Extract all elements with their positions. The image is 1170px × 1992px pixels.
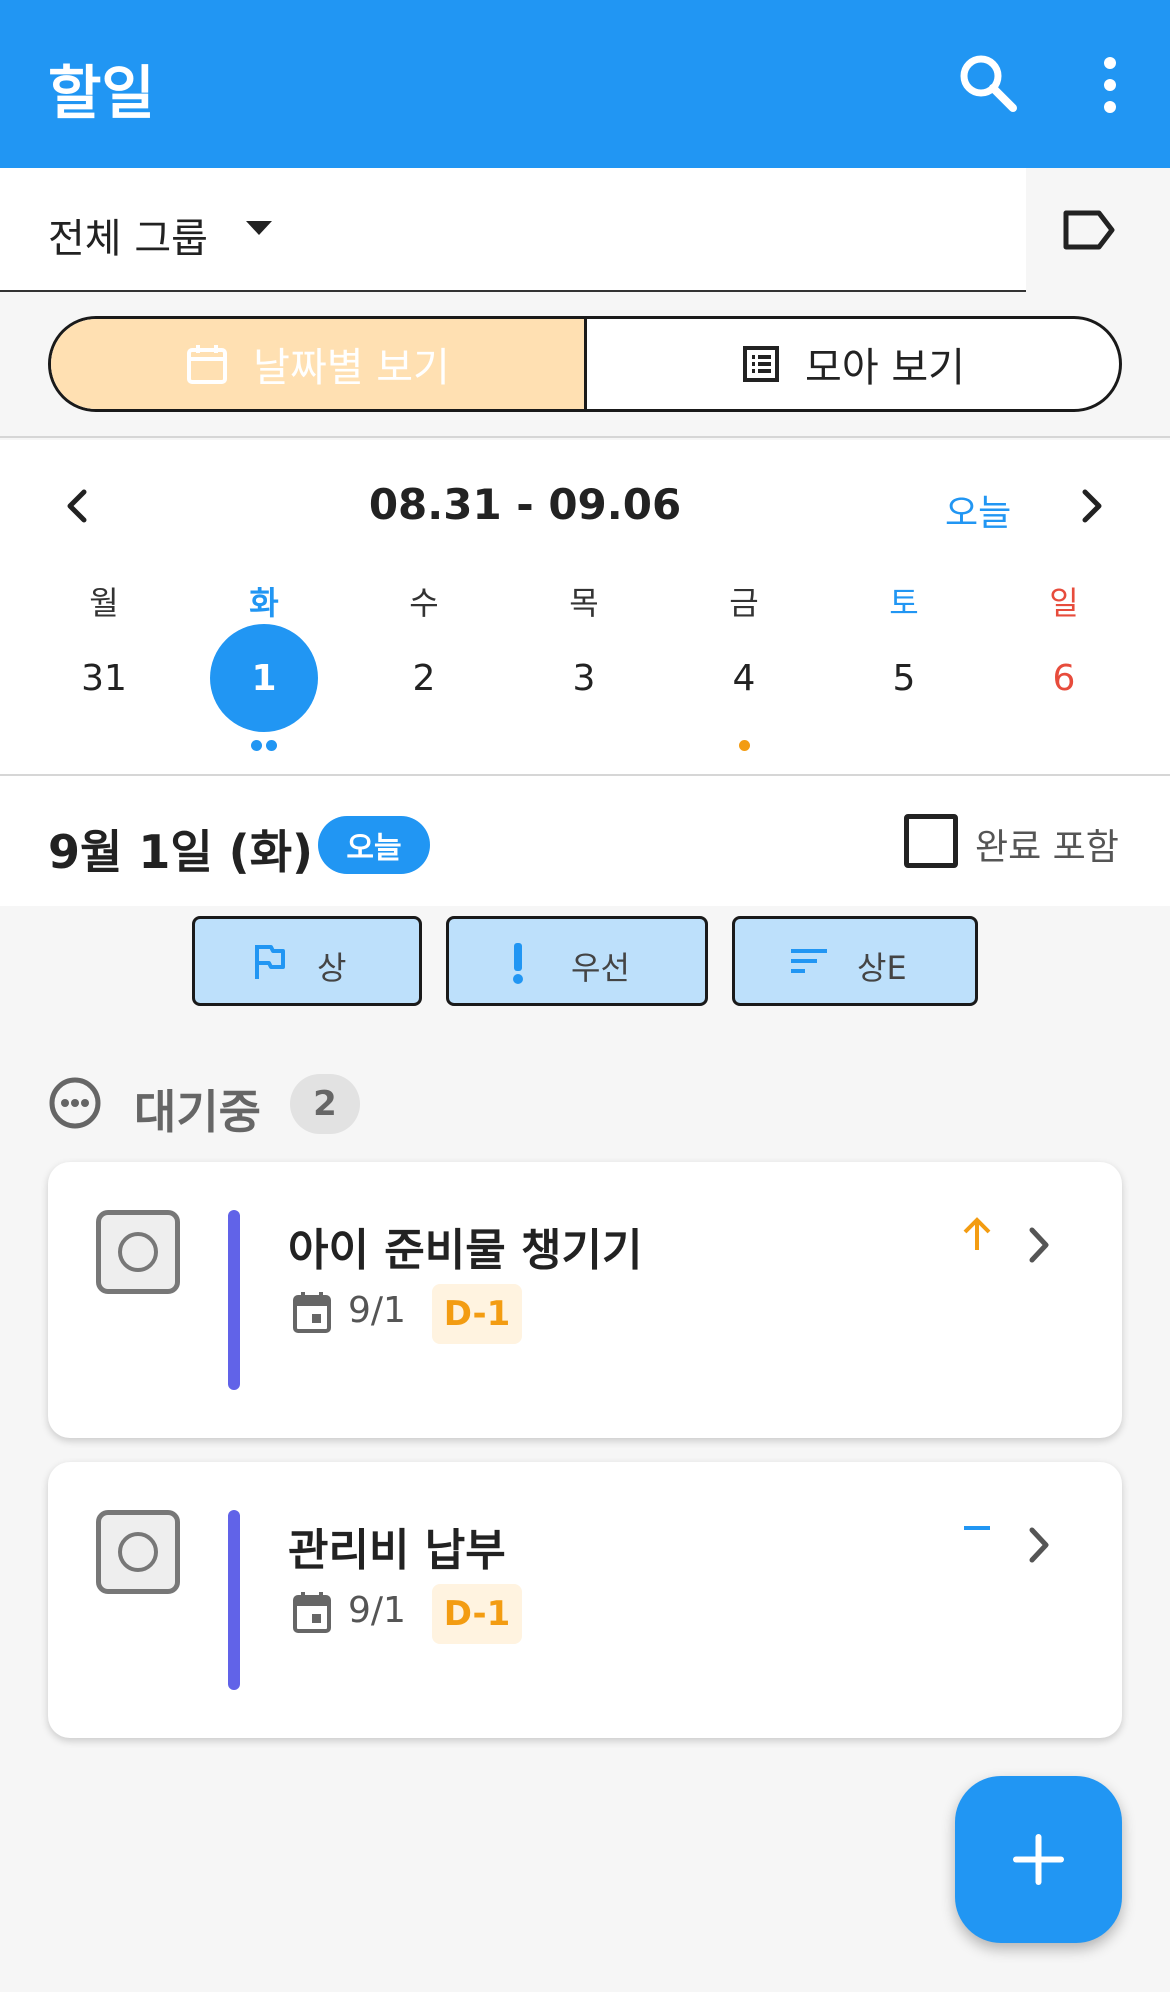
include-done-label[interactable]: 완료 포함	[975, 818, 1119, 870]
list-view-toggle[interactable]: 모아 보기	[587, 319, 1119, 409]
filter-chip-sort[interactable]: 상E	[732, 916, 978, 1006]
today-badge: 오늘	[318, 816, 430, 874]
date-cell[interactable]: 31	[24, 658, 184, 699]
weekday-sun: 일	[1049, 584, 1079, 622]
day-header: 9월 1일 (화) 오늘 완료 포함	[0, 776, 1170, 906]
date-cell[interactable]: 4	[664, 658, 824, 699]
date-view-label: 날짜별 보기	[253, 345, 450, 391]
task-dot	[251, 740, 262, 751]
filter-chip-label: 상E	[857, 949, 907, 987]
search-icon[interactable]	[955, 50, 1025, 120]
sort-icon	[791, 949, 827, 973]
include-done-checkbox[interactable]	[904, 814, 958, 868]
filter-chip-label: 상	[317, 949, 347, 987]
task-checkbox[interactable]	[96, 1510, 180, 1594]
task-due-date: 9/1	[348, 1290, 406, 1331]
task-due-date: 9/1	[348, 1590, 406, 1631]
app-title: 할일	[48, 59, 155, 127]
task-dot	[739, 740, 750, 751]
label-tag-icon	[1063, 210, 1115, 250]
task-card[interactable]: 관리비 납부 9/1 D-1	[48, 1462, 1122, 1738]
calendar-icon	[187, 345, 228, 384]
task-color-bar	[228, 1210, 240, 1390]
filter-chip-priority[interactable]: 우선	[446, 916, 708, 1006]
chevron-right-icon	[1029, 1227, 1049, 1263]
calendar-icon	[293, 1592, 331, 1633]
date-cell-sunday[interactable]: 6	[984, 658, 1144, 699]
dash-icon	[964, 1526, 990, 1530]
filter-chip-status[interactable]: 상	[192, 916, 422, 1006]
weekday-mon: 월	[89, 584, 119, 622]
view-toggle: 날짜별 보기 모아 보기	[48, 316, 1122, 412]
label-tag-button[interactable]	[1026, 168, 1170, 292]
task-dday-badge: D-1	[432, 1284, 522, 1344]
group-selector-label: 전체 그룹	[48, 216, 208, 262]
weekday-wed: 수	[409, 584, 439, 622]
today-link[interactable]: 오늘	[945, 484, 1011, 536]
date-cell-selected[interactable]: 1	[184, 658, 344, 699]
list-icon	[743, 346, 780, 382]
flag-icon	[255, 945, 285, 979]
divider	[0, 436, 1170, 438]
date-cell[interactable]: 5	[824, 658, 984, 699]
arrow-up-icon	[963, 1217, 991, 1250]
calendar-icon	[293, 1292, 331, 1333]
chevron-right-icon[interactable]	[1075, 484, 1109, 528]
task-dday-badge: D-1	[432, 1584, 522, 1644]
week-range: 08.31 - 09.06	[368, 480, 682, 529]
chevron-right-icon	[1029, 1527, 1049, 1563]
weekday-tue: 화	[249, 584, 279, 622]
week-calendar: 08.31 - 09.06 오늘 월 화 수 목 금 토 일 31 1 2 3 …	[0, 440, 1170, 774]
weekday-thu: 목	[569, 584, 599, 622]
add-task-button[interactable]	[955, 1776, 1122, 1943]
filter-chip-label: 우선	[571, 949, 630, 987]
task-title: 아이 준비물 챙기기	[288, 1225, 643, 1276]
task-color-bar	[228, 1510, 240, 1690]
more-horizontal-circle-icon	[49, 1077, 101, 1129]
task-card[interactable]: 아이 준비물 챙기기 9/1 D-1	[48, 1162, 1122, 1438]
list-view-label: 모아 보기	[805, 345, 965, 391]
plus-icon	[1013, 1834, 1064, 1885]
date-cell[interactable]: 2	[344, 658, 504, 699]
exclamation-icon	[513, 943, 523, 984]
weekday-sat: 토	[889, 584, 919, 622]
caret-down-icon	[246, 221, 272, 235]
task-title: 관리비 납부	[288, 1525, 506, 1576]
weekday-fri: 금	[729, 584, 759, 622]
section-count: 2	[290, 1074, 360, 1134]
task-checkbox[interactable]	[96, 1210, 180, 1294]
section-title: 대기중	[134, 1085, 261, 1139]
group-selector[interactable]: 전체 그룹	[0, 168, 1026, 292]
date-view-toggle[interactable]: 날짜별 보기	[51, 319, 587, 409]
more-vertical-icon[interactable]	[1080, 50, 1140, 120]
selected-day-title: 9월 1일 (화)	[48, 825, 314, 879]
task-dot	[266, 740, 277, 751]
app-bar: 할일	[0, 0, 1170, 168]
date-cell[interactable]: 3	[504, 658, 664, 699]
